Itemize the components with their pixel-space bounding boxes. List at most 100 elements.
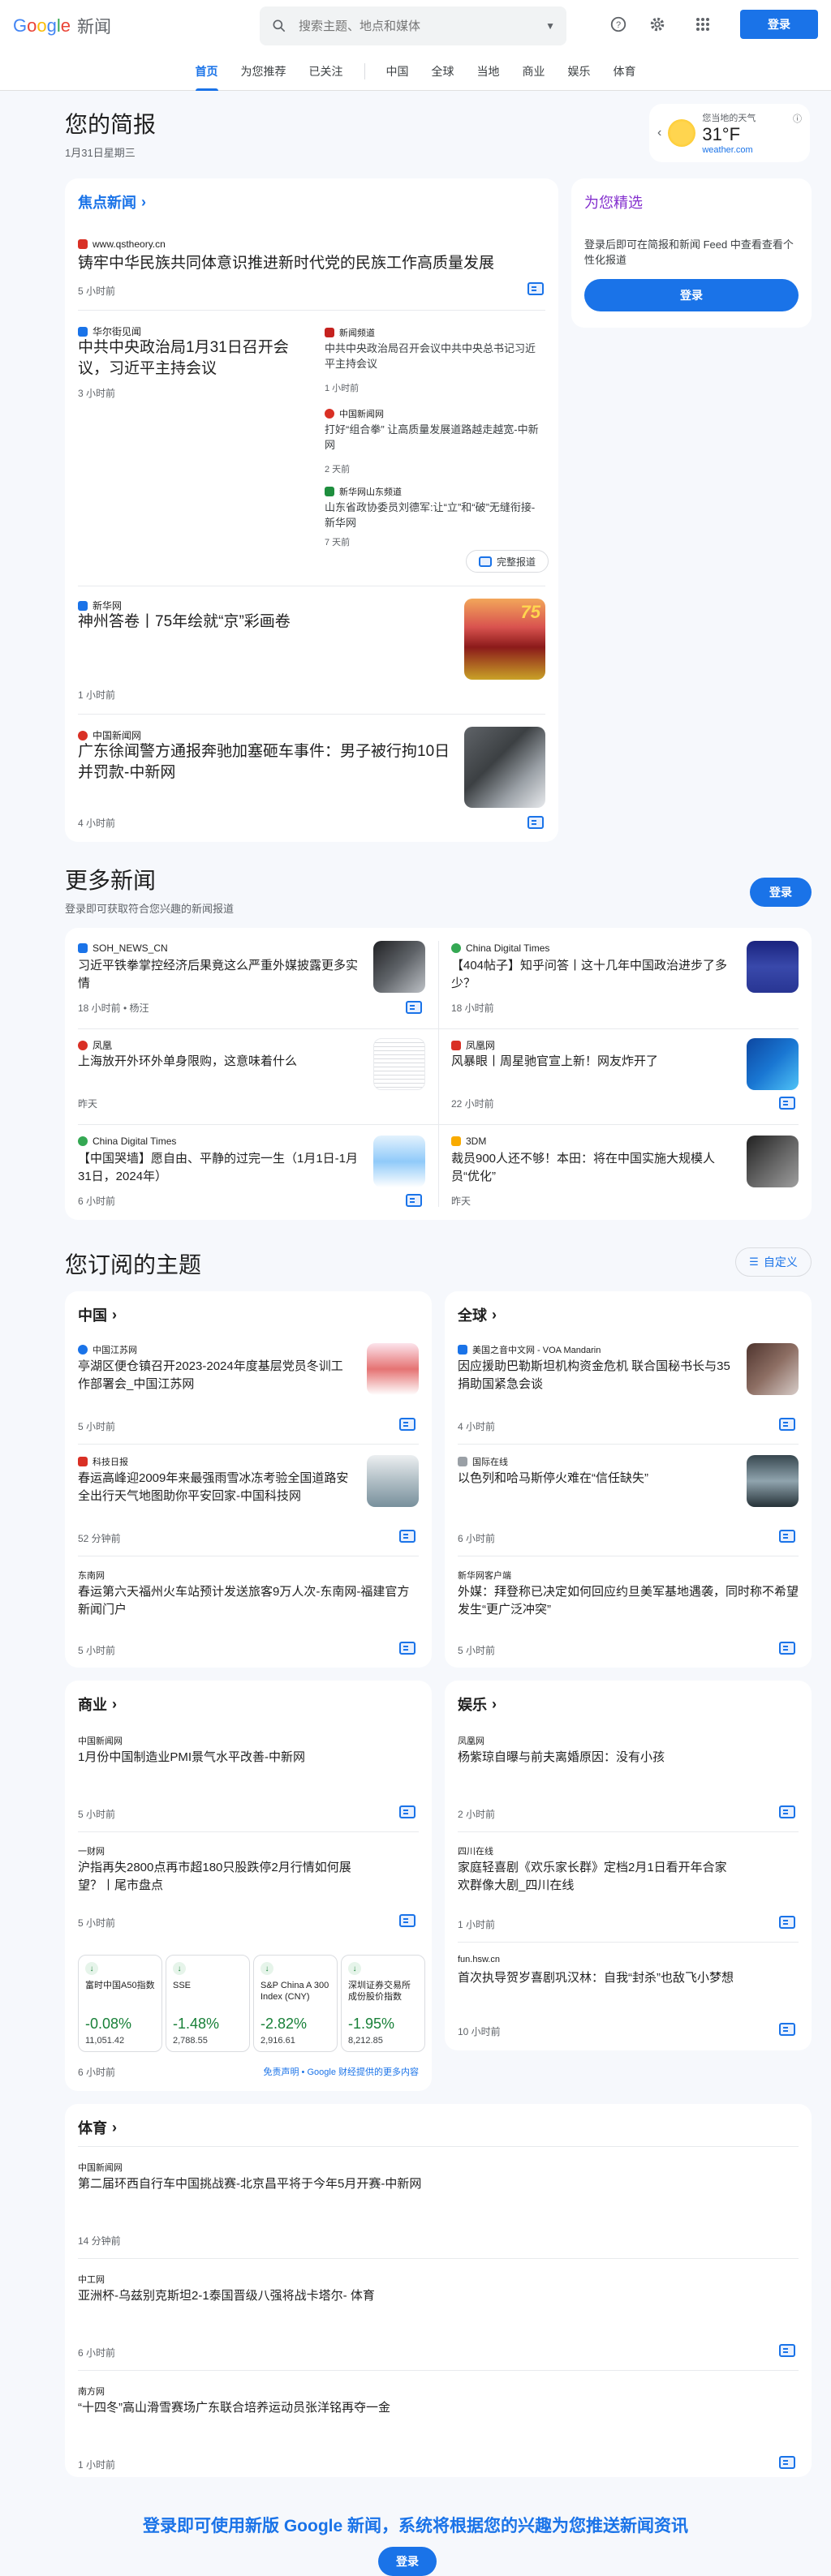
search-box[interactable]: ▼ [260,6,566,45]
story-headline[interactable]: 亚洲杯-乌兹别克斯坦2-1泰国晋级八强将战卡塔尔- 体育 [78,2287,776,2305]
tab-business[interactable]: 商业 [511,52,557,91]
tab-entertainment[interactable]: 娱乐 [557,52,602,91]
story-headline[interactable]: 山东省政协委员刘德军:让“立”和“破”无缝衔接-新华网 [325,500,544,530]
story-headline[interactable]: 以色列和哈马斯停火难在“信任缺失” [458,1470,734,1488]
story-headline[interactable]: 【中国哭墙】愿自由、平静的过完一生（1月1日-1月31日，2024年） [78,1150,362,1186]
story-headline[interactable]: 风暴眼丨周星驰官宣上新！网友炸开了 [451,1053,735,1071]
sports-topic-header[interactable]: 体育 › [78,2117,117,2138]
story-headline[interactable]: 广东徐闻警方通报奔驰加塞砸车事件：男子被行拘10日并罚款-中新网 [78,741,451,784]
full-coverage-icon[interactable] [399,1642,416,1655]
story-headline[interactable]: 首次执导贺岁喜剧巩汉林：自我“封杀”也敌飞小梦想 [458,1969,734,1987]
settings-gear-icon[interactable] [646,13,669,36]
story-headline[interactable]: 神州答卷丨75年绘就“京”彩画卷 [78,612,451,633]
full-coverage-icon[interactable] [399,1805,416,1818]
story-headline[interactable]: 杨紫琼自曝与前夫离婚原因：没有小孩 [458,1749,799,1767]
market-tile[interactable]: ↓ S&P China A 300 Index (CNY) -2.82% 2,9… [253,1955,338,2052]
story-thumbnail[interactable] [747,1455,799,1507]
full-coverage-icon[interactable] [399,1914,416,1927]
story-headline[interactable]: 中共中央政治局召开会议中共中央总书记习近平主持会议 [325,341,544,371]
story-headline[interactable]: 因应援助巴勒斯坦机构资金危机 联合国秘书长与35捐助国紧急会谈 [458,1358,734,1393]
help-icon[interactable]: ? [607,13,630,36]
full-coverage-icon[interactable] [779,1642,795,1655]
full-coverage-icon[interactable] [779,2023,795,2036]
story-thumbnail[interactable]: 75 [464,599,545,680]
story-headline[interactable]: 1月份中国制造业PMI景气水平改善-中新网 [78,1749,419,1767]
full-coverage-icon[interactable] [779,1805,795,1818]
full-coverage-icon[interactable] [779,2344,795,2357]
story-headline[interactable]: 第二届环西自行车中国挑战赛-北京昌平将于今年5月开赛-中新网 [78,2175,776,2193]
full-coverage-icon[interactable] [406,1194,422,1207]
header-login-button[interactable]: 登录 [740,10,818,39]
story-headline[interactable]: 【404帖子】知乎问答丨这十几年中国政治进步了多少？ [451,957,735,993]
full-coverage-icon[interactable] [527,282,544,295]
entertainment-topic-header[interactable]: 娱乐 › [458,1694,497,1715]
story-thumbnail[interactable] [747,1038,799,1090]
full-coverage-icon[interactable] [779,1916,795,1929]
story-thumbnail[interactable] [367,1455,419,1507]
market-tile[interactable]: ↓ 富时中国A50指数 -0.08% 11,051.42 [78,1955,162,2052]
full-coverage-icon[interactable] [779,1097,795,1110]
story-headline[interactable]: 铸牢中华民族共同体意识推进新时代党的民族工作高质量发展 [78,253,532,274]
world-topic-header[interactable]: 全球 › [458,1304,497,1325]
chevron-left-icon[interactable]: ‹ [657,126,661,140]
top-stories-header[interactable]: 焦点新闻 › [78,191,146,213]
market-disclaimer-link[interactable]: 免责声明 • Google 财经提供的更多内容 [264,2065,420,2078]
customize-button[interactable]: ☰ 自定义 [735,1247,812,1277]
story-thumbnail[interactable] [373,1038,425,1090]
full-coverage-icon[interactable] [779,2456,795,2469]
tab-china[interactable]: 中国 [375,52,420,91]
info-icon[interactable]: ⓘ [793,112,802,125]
story-thumbnail[interactable] [367,1343,419,1395]
story-headline[interactable]: 裁员900人还不够！本田：将在中国实施大规模人员“优化” [451,1150,735,1186]
tab-home[interactable]: 首页 [184,52,230,91]
story-thumbnail[interactable] [747,1343,799,1395]
business-topic-header[interactable]: 商业 › [78,1694,117,1715]
story-headline[interactable]: 家庭轻喜剧《欢乐家长群》定档2月1日看开年合家欢群像大剧_四川在线 [458,1859,734,1895]
publisher-icon [78,239,88,249]
market-tile[interactable]: ↓ 深圳证券交易所成份股价指数 -1.95% 8,212.85 [341,1955,425,2052]
tab-local[interactable]: 当地 [466,52,511,91]
china-topic-header[interactable]: 中国 › [78,1304,117,1325]
story-headline[interactable]: 上海放开外环外单身限购，这意味着什么 [78,1053,362,1071]
story-thumbnail[interactable] [747,1136,799,1187]
tab-world[interactable]: 全球 [420,52,466,91]
search-dropdown-icon[interactable]: ▼ [545,20,555,32]
apps-grid-icon[interactable] [691,13,714,36]
full-coverage-icon[interactable] [779,1418,795,1431]
divider [78,2258,799,2259]
picks-login-button[interactable]: 登录 [584,279,799,311]
footer-login-button[interactable]: 登录 [378,2547,437,2576]
story-headline[interactable]: 春运高峰迎2009年来最强雨雪冰冻考验全国道路安全出行天气地图助你平安回家-中国… [78,1470,354,1505]
story-thumbnail[interactable] [373,1136,425,1187]
tab-for-you[interactable]: 为您推荐 [230,52,298,91]
story-headline[interactable]: 外媒：拜登称已决定如何回应约旦美军基地遇袭，同时称不希望发生“更广泛冲突” [458,1583,799,1619]
google-news-logo[interactable]: Google 新闻 [13,14,260,38]
story-headline[interactable]: 习近平铁拳掌控经济后果竟这么严重外媒披露更多实情 [78,957,362,993]
tab-sports[interactable]: 体育 [602,52,648,91]
full-coverage-icon[interactable] [527,816,544,829]
story-headline[interactable]: 沪指再失2800点再市超180只股跌停2月行情如何展望？丨尾市盘点 [78,1859,354,1895]
story-headline[interactable]: 打好“组合拳” 让高质量发展道路越走越宽-中新网 [325,422,544,453]
story-source: 一财网 [78,1847,105,1857]
market-tile[interactable]: ↓ SSE -1.48% 2,788.55 [166,1955,250,2052]
story-thumbnail[interactable] [373,941,425,993]
story-headline[interactable]: “十四冬”高山滑雪赛场广东联合培养运动员张洋铭再夺一金 [78,2399,776,2417]
weather-widget[interactable]: ‹ 您当地的天气 31°F weather.com ⓘ [649,104,810,162]
full-coverage-icon[interactable] [399,1418,416,1431]
tab-following[interactable]: 已关注 [298,52,355,91]
search-icon[interactable] [271,18,287,34]
search-input[interactable] [299,19,535,33]
weather-source-link[interactable]: weather.com [702,145,756,155]
story-headline[interactable]: 春运第六天福州火车站预计发送旅客9万人次-东南网-福建官方新闻门户 [78,1583,419,1619]
full-coverage-icon[interactable] [779,1530,795,1543]
story-thumbnail[interactable] [747,941,799,993]
full-coverage-button[interactable]: 完整报道 [466,550,549,573]
full-coverage-icon[interactable] [406,1001,422,1014]
story-thumbnail[interactable] [464,727,545,808]
more-news-login-button[interactable]: 登录 [750,878,812,907]
briefing-date: 1月31日星期三 [65,147,136,159]
story-headline[interactable]: 亭湖区便仓镇召开2023-2024年度基层党员冬训工作部署会_中国江苏网 [78,1358,354,1393]
story-headline[interactable]: 中共中央政治局1月31日召开会议，习近平主持会议 [78,337,305,380]
story-time: 2 小时前 [458,1809,496,1820]
full-coverage-icon[interactable] [399,1530,416,1543]
